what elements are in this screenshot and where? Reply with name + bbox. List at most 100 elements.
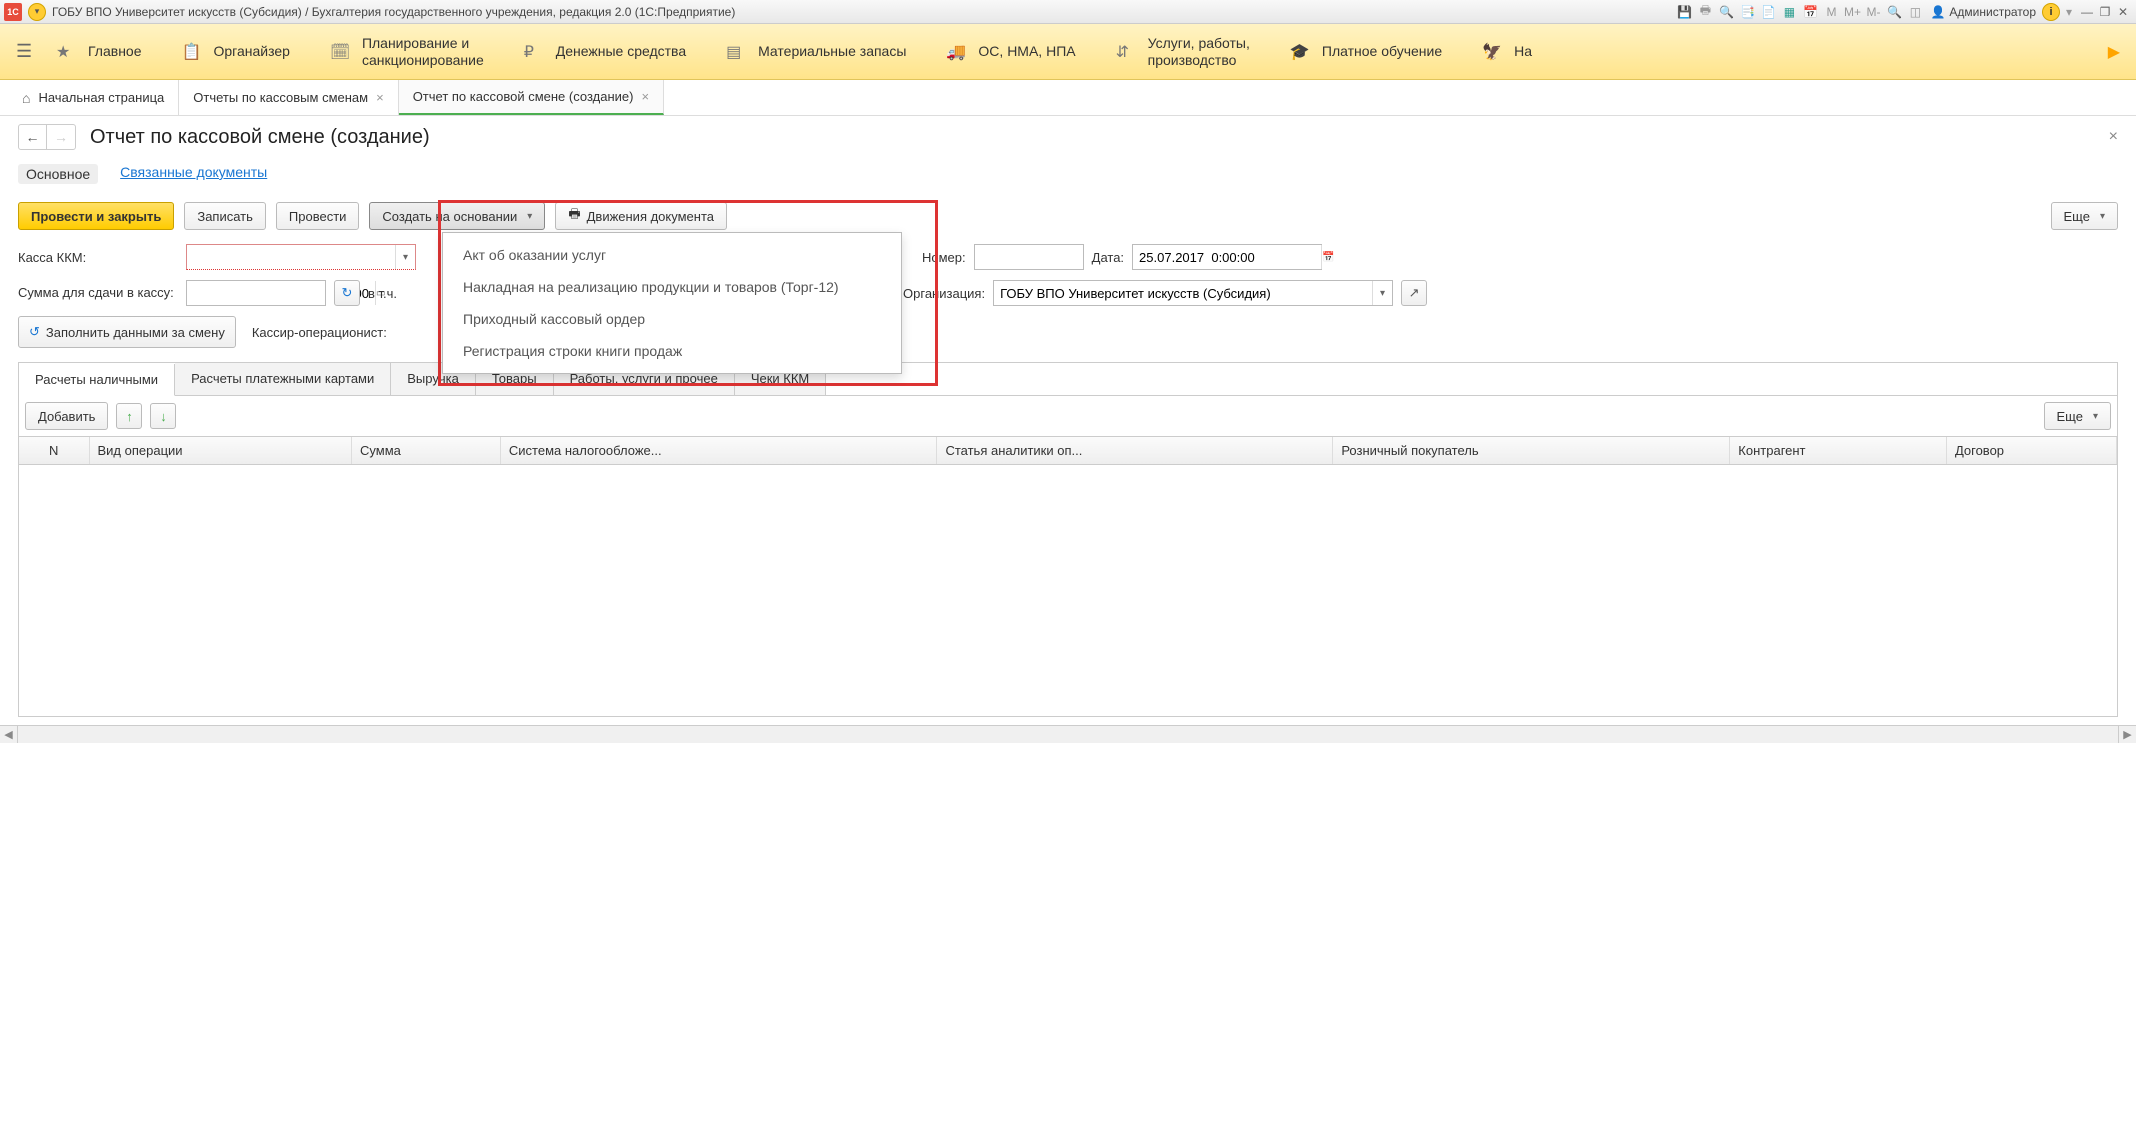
truck-icon: 🚚	[946, 42, 966, 62]
open-org-button[interactable]: ↗	[1401, 280, 1427, 306]
sum-field[interactable]: ▭	[186, 280, 326, 306]
subnav: Основное Связанные документы	[18, 160, 2118, 188]
menu-planning[interactable]: 🗓 Планирование и санкционирование	[330, 35, 484, 69]
dropdown-item-act[interactable]: Акт об оказании услуг	[443, 239, 901, 271]
minimize-button[interactable]: —	[2078, 3, 2096, 21]
panel-icon[interactable]: ◫	[1906, 3, 1924, 21]
add-row-button[interactable]: Добавить	[25, 402, 108, 430]
menu-materials[interactable]: ▤ Материальные запасы	[726, 42, 906, 62]
chevron-down-icon[interactable]: ▾	[395, 245, 415, 269]
write-button[interactable]: Записать	[184, 202, 266, 230]
mminus-icon[interactable]: M-	[1864, 3, 1882, 21]
tab-home[interactable]: ⌂ Начальная страница	[8, 80, 179, 115]
maximize-button[interactable]: ❐	[2096, 3, 2114, 21]
mplus-icon[interactable]: M+	[1843, 3, 1861, 21]
burger-icon[interactable]: ☰	[16, 41, 40, 62]
table-wrap[interactable]: N Вид операции Сумма Система налогооблож…	[18, 437, 2118, 717]
window-title: ГОБУ ВПО Университет искусств (Субсидия)…	[52, 5, 1675, 19]
col-buyer[interactable]: Розничный покупатель	[1333, 437, 1730, 465]
nav-forward-button[interactable]: →	[47, 125, 75, 149]
move-down-button[interactable]: ↓	[150, 403, 176, 429]
menu-scroll-right-icon[interactable]: ▶	[2108, 42, 2120, 62]
col-n[interactable]: N	[19, 437, 89, 465]
info-icon[interactable]: i	[2042, 3, 2060, 21]
subnav-main[interactable]: Основное	[18, 164, 98, 184]
scroll-right-icon[interactable]: ▶	[2118, 726, 2136, 743]
col-contract[interactable]: Договор	[1946, 437, 2116, 465]
zoom-icon[interactable]: 🔍	[1885, 3, 1903, 21]
menu-education[interactable]: 🎓 Платное обучение	[1290, 42, 1442, 62]
number-field[interactable]	[974, 244, 1084, 270]
save-icon[interactable]: 💾	[1675, 3, 1693, 21]
dropdown-item-invoice[interactable]: Накладная на реализацию продукции и това…	[443, 271, 901, 303]
tab-toolbar: Добавить ↑ ↓ Еще	[18, 395, 2118, 437]
menu-os[interactable]: 🚚 ОС, НМА, НПА	[946, 42, 1075, 62]
chevron-down-icon[interactable]: ▾	[1372, 281, 1392, 305]
tab-more-button[interactable]: Еще	[2044, 402, 2111, 430]
tab-current[interactable]: Отчет по кассовой смене (создание) ×	[399, 80, 664, 115]
compare-icon[interactable]: 📑	[1738, 3, 1756, 21]
movements-button[interactable]: 🖶 Движения документа	[555, 202, 727, 230]
more-button[interactable]: Еще	[2051, 202, 2118, 230]
preview-icon[interactable]: 🔍	[1717, 3, 1735, 21]
dropdown-item-sales-book[interactable]: Регистрация строки книги продаж	[443, 335, 901, 367]
col-tax[interactable]: Система налогообложе...	[500, 437, 937, 465]
bottom-scrollbar[interactable]: ◀ ▶	[0, 725, 2136, 743]
info-dd-icon[interactable]: ▾	[2060, 3, 2078, 21]
org-field[interactable]: ▾	[993, 280, 1393, 306]
fill-shift-button[interactable]: ↺ Заполнить данными за смену	[18, 316, 236, 348]
menu-services[interactable]: ⇵ Услуги, работы, производство	[1116, 35, 1250, 69]
home-icon: ⌂	[22, 90, 30, 106]
m-icon[interactable]: M	[1822, 3, 1840, 21]
grid-icon[interactable]: ▦	[1780, 3, 1798, 21]
menu-items: ★ Главное 📋 Органайзер 🗓 Планирование и …	[56, 35, 2100, 69]
copy-icon[interactable]: 📄	[1759, 3, 1777, 21]
movements-label: Движения документа	[587, 209, 714, 224]
page-header: ← → Отчет по кассовой смене (создание) ×	[18, 124, 2118, 150]
date-input[interactable]	[1133, 245, 1321, 269]
org-input[interactable]	[994, 281, 1372, 305]
post-button[interactable]: Провести	[276, 202, 360, 230]
page: ← → Отчет по кассовой смене (создание) ×…	[0, 116, 2136, 725]
col-analytics[interactable]: Статья аналитики оп...	[937, 437, 1333, 465]
close-icon[interactable]: ×	[376, 90, 384, 105]
form-row-2: Сумма для сдачи в кассу: ▭ ↻ в т.ч. Орга…	[18, 280, 2118, 306]
move-up-button[interactable]: ↑	[116, 403, 142, 429]
cashier-label: Кассир-операционист:	[252, 325, 387, 340]
col-op-type[interactable]: Вид операции	[89, 437, 352, 465]
titlebar-dropdown-icon[interactable]: ▾	[28, 3, 46, 21]
close-icon[interactable]: ×	[641, 89, 649, 104]
date-field[interactable]: 📅	[1132, 244, 1322, 270]
kassa-input[interactable]	[187, 245, 395, 269]
arrow-icon: ↺	[29, 324, 40, 340]
scroll-left-icon[interactable]: ◀	[0, 726, 18, 743]
menu-main[interactable]: ★ Главное	[56, 42, 142, 62]
col-counterparty[interactable]: Контрагент	[1730, 437, 1947, 465]
post-close-button[interactable]: Провести и закрыть	[18, 202, 174, 230]
calendar-icon[interactable]: 📅	[1801, 3, 1819, 21]
close-button[interactable]: ✕	[2114, 3, 2132, 21]
print-icon[interactable]: 🖶	[1696, 3, 1714, 21]
cap-icon: 🎓	[1290, 42, 1310, 62]
user-label[interactable]: 👤 Администратор	[1930, 5, 2036, 19]
create-based-button[interactable]: Создать на основании	[369, 202, 545, 230]
itab-cash[interactable]: Расчеты наличными	[19, 364, 175, 396]
nav-back-button[interactable]: ←	[19, 125, 47, 149]
col-sum[interactable]: Сумма	[352, 437, 501, 465]
menu-organizer[interactable]: 📋 Органайзер	[182, 42, 290, 62]
tab-reports[interactable]: Отчеты по кассовым сменам ×	[179, 80, 398, 115]
dropdown-item-cash-order[interactable]: Приходный кассовый ордер	[443, 303, 901, 335]
sum-label: Сумма для сдачи в кассу:	[18, 285, 178, 301]
form-row-3: ↺ Заполнить данными за смену Кассир-опер…	[18, 316, 2118, 348]
menu-money[interactable]: ₽ Денежные средства	[524, 42, 686, 62]
itab-cards[interactable]: Расчеты платежными картами	[175, 363, 391, 395]
menu-overflow[interactable]: 🦅 На	[1482, 42, 1532, 62]
titlebar: 1C ▾ ГОБУ ВПО Университет искусств (Субс…	[0, 0, 2136, 24]
refresh-button[interactable]: ↻	[334, 280, 360, 306]
kassa-field[interactable]: ▾	[186, 244, 416, 270]
tab-home-label: Начальная страница	[38, 90, 164, 105]
ruble-icon: ₽	[524, 42, 544, 62]
calendar-icon[interactable]: 📅	[1321, 245, 1334, 269]
page-close-button[interactable]: ×	[2109, 128, 2118, 146]
subnav-related[interactable]: Связанные документы	[120, 164, 267, 184]
